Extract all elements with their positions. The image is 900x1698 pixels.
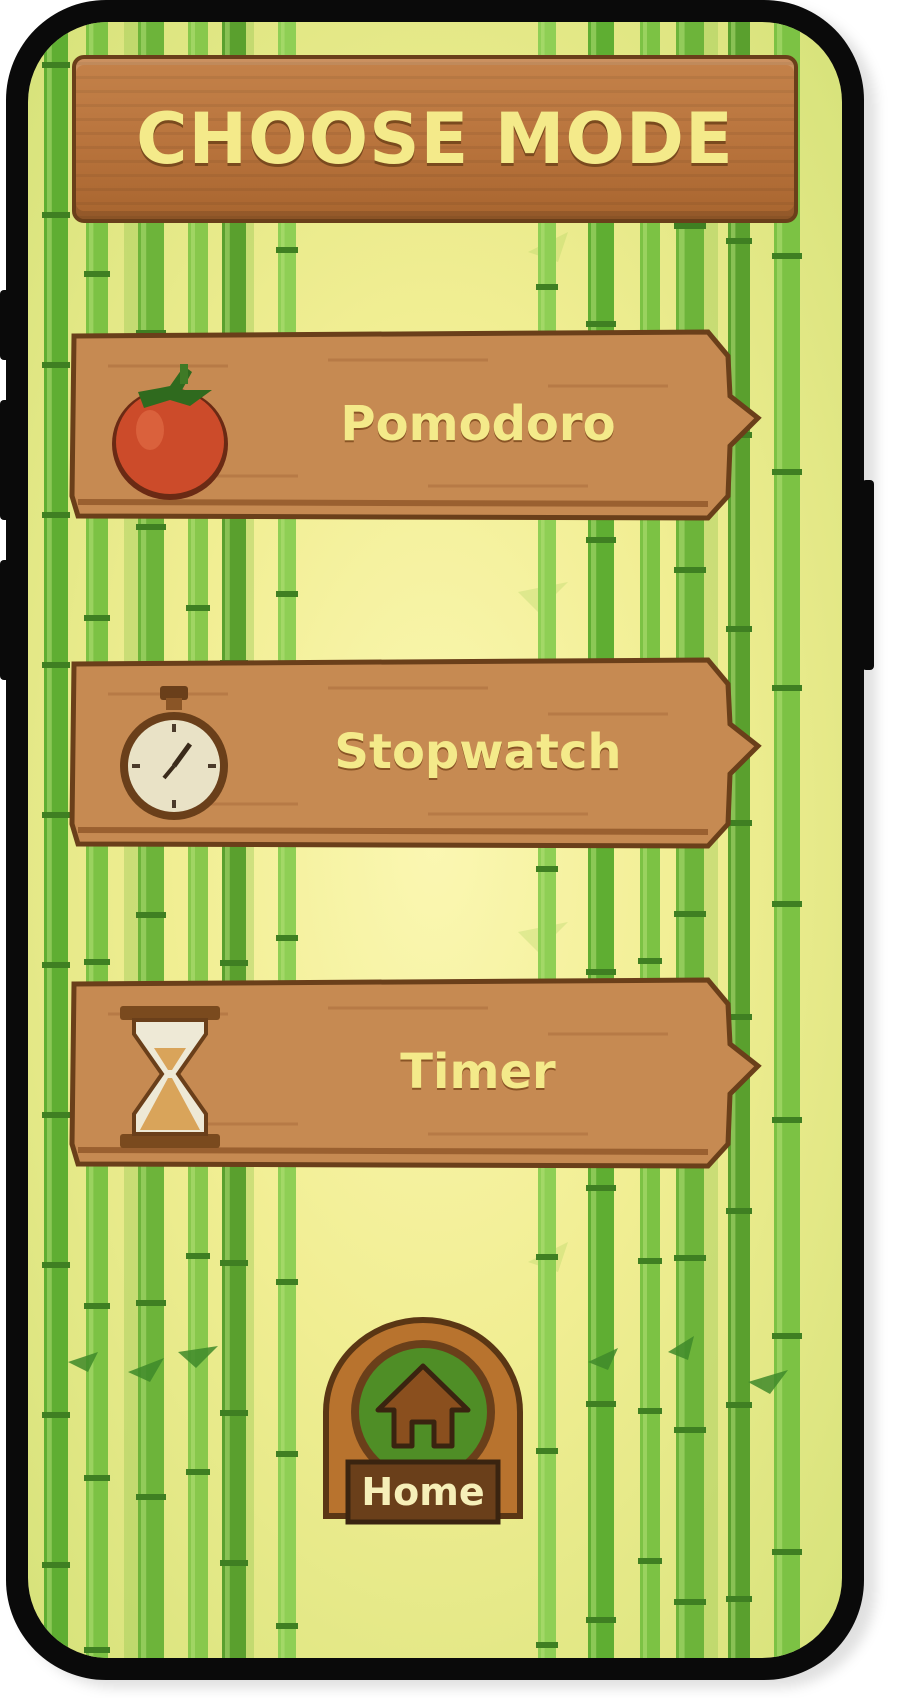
tomato-icon [112,364,228,500]
page-title: CHOOSE MODE [136,98,734,180]
stopwatch-label: Stopwatch [334,724,622,780]
pomodoro-mode-button[interactable]: Pomodoro [68,326,788,522]
timer-label: Timer [400,1044,556,1100]
side-button-right [862,480,874,670]
side-button-left-2 [0,400,10,520]
side-button-left-3 [0,560,10,680]
pomodoro-label: Pomodoro [340,396,616,452]
app-screen: CHOOSE MODE Pomodoro Stopwatch Timer Hom… [28,22,842,1658]
home-label: Home [361,1470,485,1514]
title-banner: CHOOSE MODE [72,55,798,223]
stopwatch-icon [120,686,228,820]
timer-mode-button[interactable]: Timer [68,974,788,1170]
hourglass-icon [120,1006,220,1148]
home-button[interactable]: Home [318,1316,528,1546]
stopwatch-mode-button[interactable]: Stopwatch [68,654,788,850]
side-button-left-1 [0,290,10,360]
